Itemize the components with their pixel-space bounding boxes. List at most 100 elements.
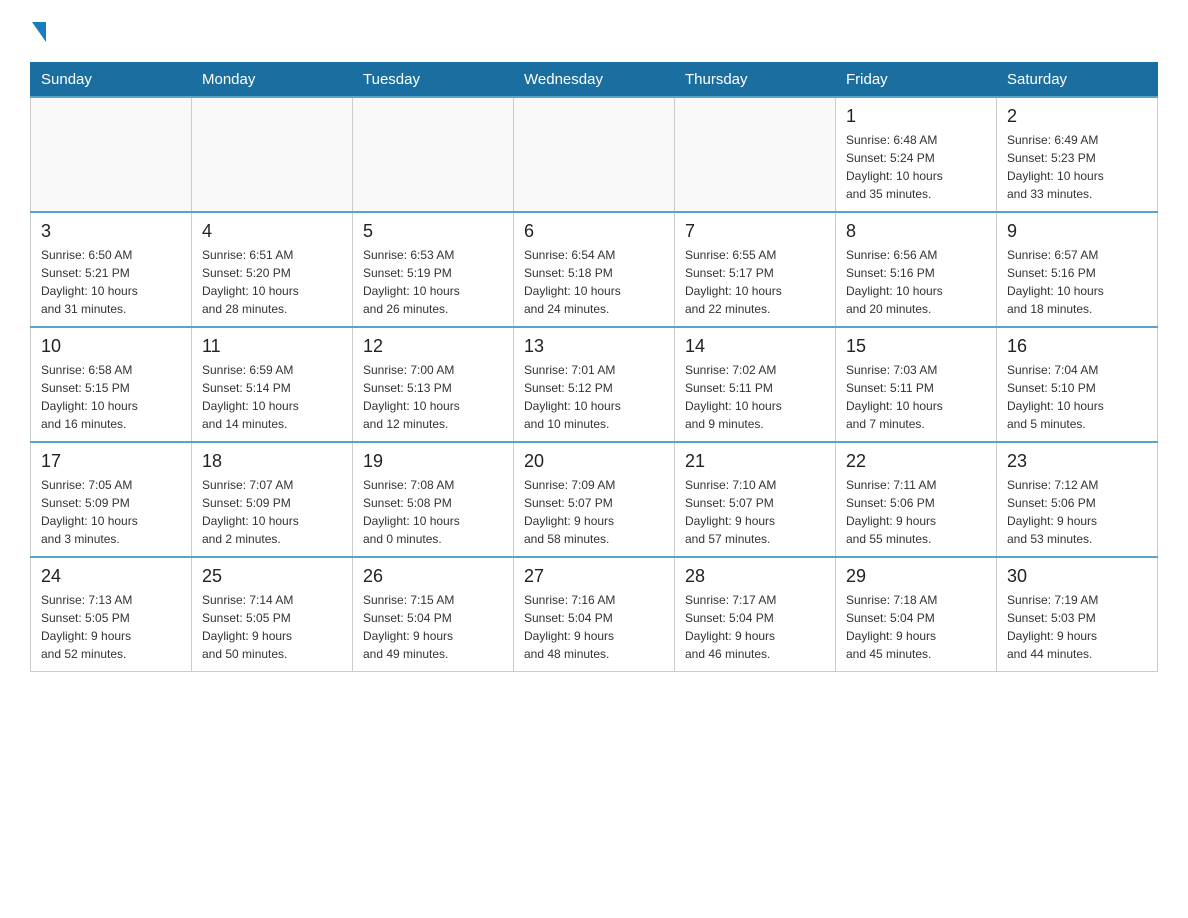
- day-number: 13: [524, 336, 664, 357]
- calendar-cell: 13 Sunrise: 7:01 AM Sunset: 5:12 PM Dayli…: [514, 327, 675, 442]
- calendar-cell: [31, 97, 192, 212]
- calendar-cell: 7 Sunrise: 6:55 AM Sunset: 5:17 PM Daylig…: [675, 212, 836, 327]
- weekday-header-monday: Monday: [192, 63, 353, 98]
- calendar-cell: 1 Sunrise: 6:48 AM Sunset: 5:24 PM Daylig…: [836, 97, 997, 212]
- day-info: Sunrise: 7:05 AM Sunset: 5:09 PM Dayligh…: [41, 476, 181, 548]
- calendar-cell: 10 Sunrise: 6:58 AM Sunset: 5:15 PM Dayli…: [31, 327, 192, 442]
- calendar-cell: 3 Sunrise: 6:50 AM Sunset: 5:21 PM Daylig…: [31, 212, 192, 327]
- day-number: 4: [202, 221, 342, 242]
- day-info: Sunrise: 6:50 AM Sunset: 5:21 PM Dayligh…: [41, 246, 181, 318]
- day-number: 18: [202, 451, 342, 472]
- calendar-cell: 21 Sunrise: 7:10 AM Sunset: 5:07 PM Dayli…: [675, 442, 836, 557]
- day-info: Sunrise: 6:53 AM Sunset: 5:19 PM Dayligh…: [363, 246, 503, 318]
- day-number: 20: [524, 451, 664, 472]
- day-number: 28: [685, 566, 825, 587]
- day-info: Sunrise: 6:58 AM Sunset: 5:15 PM Dayligh…: [41, 361, 181, 433]
- day-info: Sunrise: 7:03 AM Sunset: 5:11 PM Dayligh…: [846, 361, 986, 433]
- weekday-header-sunday: Sunday: [31, 63, 192, 98]
- day-info: Sunrise: 7:19 AM Sunset: 5:03 PM Dayligh…: [1007, 591, 1147, 663]
- day-number: 9: [1007, 221, 1147, 242]
- week-row-4: 17Sunrise: 7:05 AM Sunset: 5:09 PM Dayli…: [31, 442, 1158, 557]
- day-info: Sunrise: 7:10 AM Sunset: 5:07 PM Dayligh…: [685, 476, 825, 548]
- day-info: Sunrise: 6:49 AM Sunset: 5:23 PM Dayligh…: [1007, 131, 1147, 203]
- day-number: 21: [685, 451, 825, 472]
- calendar-cell: [353, 97, 514, 212]
- day-info: Sunrise: 7:09 AM Sunset: 5:07 PM Dayligh…: [524, 476, 664, 548]
- day-info: Sunrise: 6:56 AM Sunset: 5:16 PM Dayligh…: [846, 246, 986, 318]
- day-info: Sunrise: 7:08 AM Sunset: 5:08 PM Dayligh…: [363, 476, 503, 548]
- calendar-cell: 15 Sunrise: 7:03 AM Sunset: 5:11 PM Dayli…: [836, 327, 997, 442]
- weekday-header-saturday: Saturday: [997, 63, 1158, 98]
- week-row-2: 3 Sunrise: 6:50 AM Sunset: 5:21 PM Daylig…: [31, 212, 1158, 327]
- day-info: Sunrise: 7:16 AM Sunset: 5:04 PM Dayligh…: [524, 591, 664, 663]
- day-info: Sunrise: 7:17 AM Sunset: 5:04 PM Dayligh…: [685, 591, 825, 663]
- calendar-cell: 18 Sunrise: 7:07 AM Sunset: 5:09 PM Dayli…: [192, 442, 353, 557]
- calendar-cell: 11Sunrise: 6:59 AM Sunset: 5:14 PM Dayli…: [192, 327, 353, 442]
- day-number: 2: [1007, 106, 1147, 127]
- day-number: 8: [846, 221, 986, 242]
- week-row-5: 24 Sunrise: 7:13 AM Sunset: 5:05 PM Dayli…: [31, 557, 1158, 672]
- calendar-cell: 5 Sunrise: 6:53 AM Sunset: 5:19 PM Daylig…: [353, 212, 514, 327]
- calendar-cell: 14 Sunrise: 7:02 AM Sunset: 5:11 PM Dayli…: [675, 327, 836, 442]
- day-number: 7: [685, 221, 825, 242]
- day-info: Sunrise: 6:57 AM Sunset: 5:16 PM Dayligh…: [1007, 246, 1147, 318]
- day-info: Sunrise: 7:07 AM Sunset: 5:09 PM Dayligh…: [202, 476, 342, 548]
- calendar-cell: 9 Sunrise: 6:57 AM Sunset: 5:16 PM Daylig…: [997, 212, 1158, 327]
- calendar-cell: 22 Sunrise: 7:11 AM Sunset: 5:06 PM Dayli…: [836, 442, 997, 557]
- weekday-header-tuesday: Tuesday: [353, 63, 514, 98]
- day-number: 5: [363, 221, 503, 242]
- day-number: 19: [363, 451, 503, 472]
- day-info: Sunrise: 6:55 AM Sunset: 5:17 PM Dayligh…: [685, 246, 825, 318]
- day-number: 26: [363, 566, 503, 587]
- calendar-cell: 19 Sunrise: 7:08 AM Sunset: 5:08 PM Dayli…: [353, 442, 514, 557]
- day-info: Sunrise: 7:01 AM Sunset: 5:12 PM Dayligh…: [524, 361, 664, 433]
- calendar-cell: 25 Sunrise: 7:14 AM Sunset: 5:05 PM Dayli…: [192, 557, 353, 672]
- day-number: 3: [41, 221, 181, 242]
- week-row-3: 10 Sunrise: 6:58 AM Sunset: 5:15 PM Dayli…: [31, 327, 1158, 442]
- day-number: 25: [202, 566, 342, 587]
- day-info: Sunrise: 7:15 AM Sunset: 5:04 PM Dayligh…: [363, 591, 503, 663]
- weekday-header-friday: Friday: [836, 63, 997, 98]
- day-number: 16: [1007, 336, 1147, 357]
- calendar-cell: 2 Sunrise: 6:49 AM Sunset: 5:23 PM Daylig…: [997, 97, 1158, 212]
- day-info: Sunrise: 7:18 AM Sunset: 5:04 PM Dayligh…: [846, 591, 986, 663]
- day-number: 24: [41, 566, 181, 587]
- calendar-cell: 4Sunrise: 6:51 AM Sunset: 5:20 PM Daylig…: [192, 212, 353, 327]
- day-info: Sunrise: 6:48 AM Sunset: 5:24 PM Dayligh…: [846, 131, 986, 203]
- day-number: 30: [1007, 566, 1147, 587]
- calendar-cell: 12 Sunrise: 7:00 AM Sunset: 5:13 PM Dayli…: [353, 327, 514, 442]
- day-info: Sunrise: 7:11 AM Sunset: 5:06 PM Dayligh…: [846, 476, 986, 548]
- calendar-table: SundayMondayTuesdayWednesdayThursdayFrid…: [30, 62, 1158, 672]
- calendar-cell: [514, 97, 675, 212]
- calendar-cell: [192, 97, 353, 212]
- day-info: Sunrise: 7:00 AM Sunset: 5:13 PM Dayligh…: [363, 361, 503, 433]
- calendar-cell: 16Sunrise: 7:04 AM Sunset: 5:10 PM Dayli…: [997, 327, 1158, 442]
- day-number: 15: [846, 336, 986, 357]
- calendar-cell: 24 Sunrise: 7:13 AM Sunset: 5:05 PM Dayli…: [31, 557, 192, 672]
- day-info: Sunrise: 7:14 AM Sunset: 5:05 PM Dayligh…: [202, 591, 342, 663]
- day-number: 23: [1007, 451, 1147, 472]
- calendar-cell: 30 Sunrise: 7:19 AM Sunset: 5:03 PM Dayli…: [997, 557, 1158, 672]
- day-number: 12: [363, 336, 503, 357]
- logo: [30, 20, 46, 42]
- day-number: 14: [685, 336, 825, 357]
- logo-triangle-icon: [32, 22, 46, 42]
- day-info: Sunrise: 7:13 AM Sunset: 5:05 PM Dayligh…: [41, 591, 181, 663]
- calendar-cell: 27 Sunrise: 7:16 AM Sunset: 5:04 PM Dayli…: [514, 557, 675, 672]
- day-number: 22: [846, 451, 986, 472]
- calendar-cell: 26 Sunrise: 7:15 AM Sunset: 5:04 PM Dayli…: [353, 557, 514, 672]
- day-number: 10: [41, 336, 181, 357]
- calendar-cell: [675, 97, 836, 212]
- calendar-cell: 23Sunrise: 7:12 AM Sunset: 5:06 PM Dayli…: [997, 442, 1158, 557]
- day-info: Sunrise: 7:02 AM Sunset: 5:11 PM Dayligh…: [685, 361, 825, 433]
- calendar-cell: 17Sunrise: 7:05 AM Sunset: 5:09 PM Dayli…: [31, 442, 192, 557]
- week-row-1: 1 Sunrise: 6:48 AM Sunset: 5:24 PM Daylig…: [31, 97, 1158, 212]
- day-number: 1: [846, 106, 986, 127]
- calendar-cell: 6Sunrise: 6:54 AM Sunset: 5:18 PM Daylig…: [514, 212, 675, 327]
- day-number: 27: [524, 566, 664, 587]
- day-info: Sunrise: 6:59 AM Sunset: 5:14 PM Dayligh…: [202, 361, 342, 433]
- calendar-cell: 28 Sunrise: 7:17 AM Sunset: 5:04 PM Dayli…: [675, 557, 836, 672]
- calendar-cell: 20 Sunrise: 7:09 AM Sunset: 5:07 PM Dayli…: [514, 442, 675, 557]
- calendar-cell: 8 Sunrise: 6:56 AM Sunset: 5:16 PM Daylig…: [836, 212, 997, 327]
- weekday-header-wednesday: Wednesday: [514, 63, 675, 98]
